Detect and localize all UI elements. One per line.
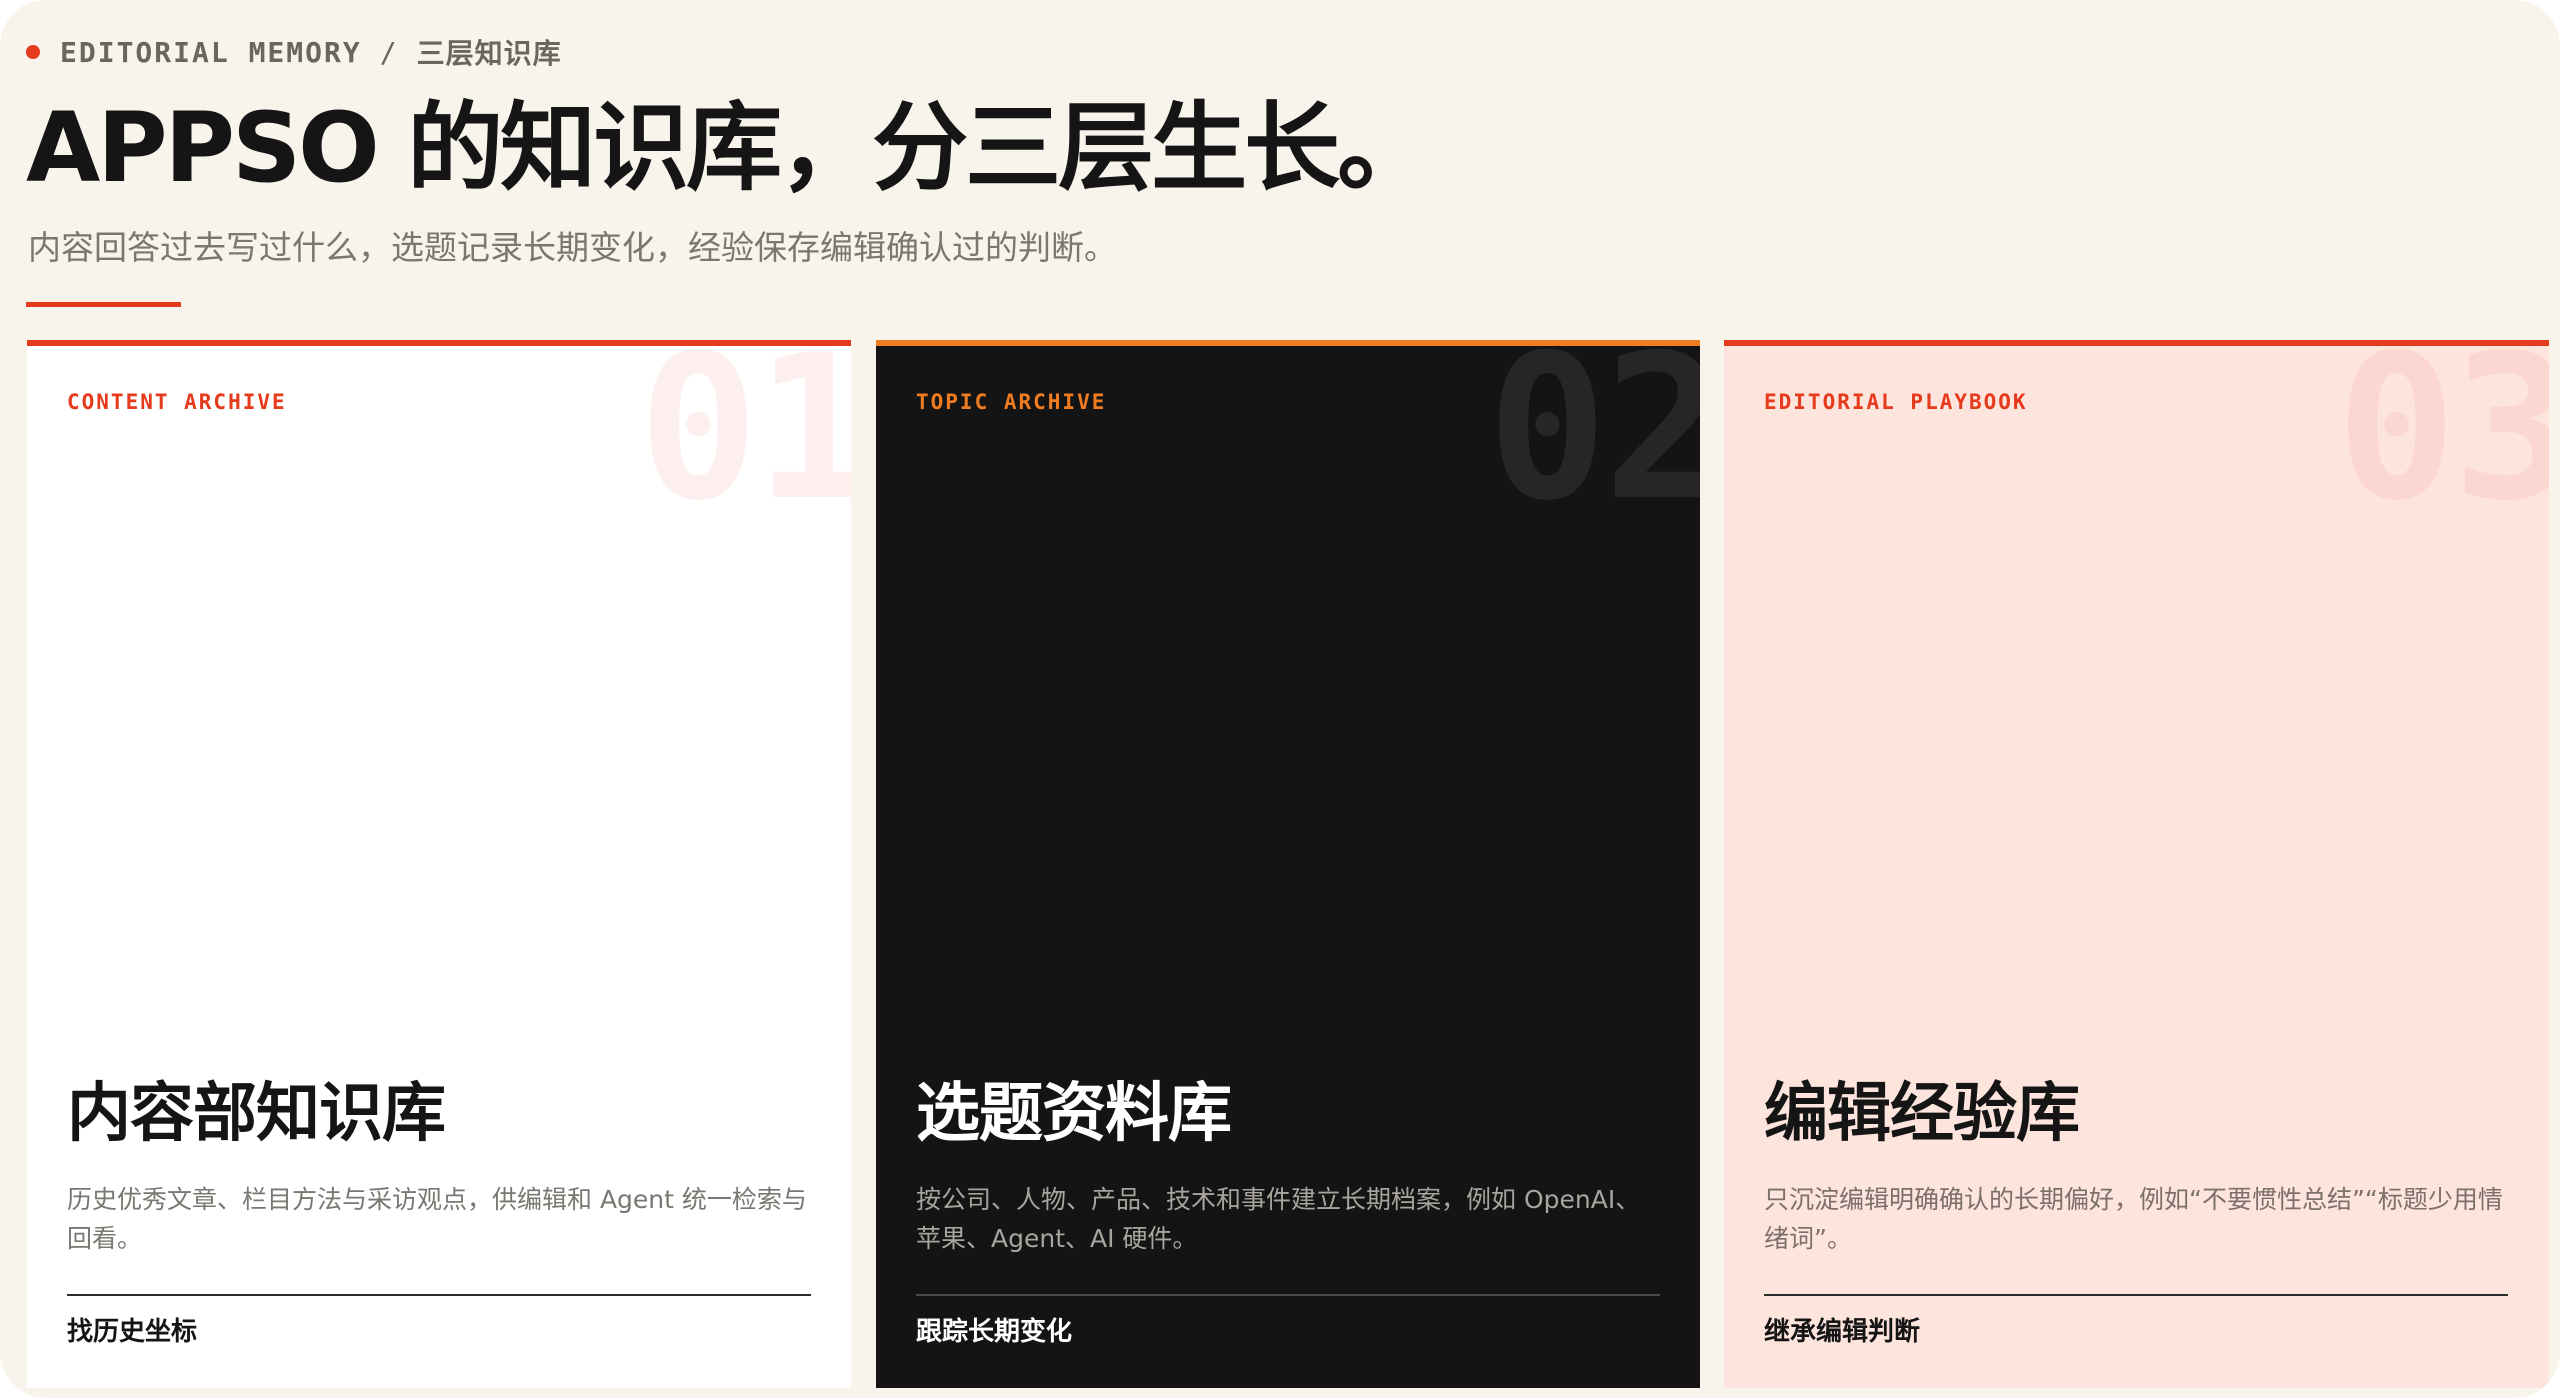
- page-title: APPSO 的知识库，分三层生长。: [26, 92, 1433, 204]
- eyebrow-label: EDITORIAL MEMORY: [60, 35, 362, 69]
- eyebrow-label-zh: 三层知识库: [416, 37, 562, 70]
- card-number: 01: [638, 340, 851, 545]
- accent-divider: [26, 302, 181, 307]
- page-frame: EDITORIAL MEMORY / 三层知识库 APPSO 的知识库，分三层生…: [0, 0, 2560, 1398]
- card-kicker: EDITORIAL PLAYBOOK: [1764, 390, 2028, 414]
- card-description: 按公司、人物、产品、技术和事件建立长期档案，例如 OpenAI、苹果、Agent…: [916, 1185, 1641, 1253]
- card-topic-archive[interactable]: 02 TOPIC ARCHIVE 选题资料库 按公司、人物、产品、技术和事件建立…: [876, 340, 1700, 1388]
- card-title: 选题资料库: [916, 1077, 1232, 1151]
- card-link[interactable]: 继承编辑判断: [1764, 1312, 1920, 1352]
- card-divider: [67, 1294, 811, 1296]
- card-kicker: TOPIC ARCHIVE: [916, 390, 1107, 414]
- card-title: 编辑经验库: [1764, 1077, 2080, 1151]
- card-description: 历史优秀文章、栏目方法与采访观点，供编辑和 Agent 统一检索与回看。: [67, 1185, 807, 1253]
- eyebrow-separator: /: [379, 35, 399, 69]
- card-divider: [916, 1294, 1660, 1296]
- card-divider: [1764, 1294, 2508, 1296]
- card-description: 只沉淀编辑明确确认的长期偏好，例如“不要惯性总结”“标题少用情绪词”。: [1764, 1185, 2503, 1253]
- card-number: 03: [2336, 340, 2549, 545]
- card-link[interactable]: 跟踪长期变化: [916, 1312, 1072, 1352]
- card-title: 内容部知识库: [67, 1077, 446, 1151]
- card-kicker: CONTENT ARCHIVE: [67, 390, 287, 414]
- eyebrow: EDITORIAL MEMORY / 三层知识库: [26, 32, 562, 72]
- page-subtitle: 内容回答过去写过什么，选题记录长期变化，经验保存编辑确认过的判断。: [28, 228, 1117, 267]
- card-content-archive[interactable]: 01 CONTENT ARCHIVE 内容部知识库 历史优秀文章、栏目方法与采访…: [27, 340, 851, 1388]
- card-link[interactable]: 找历史坐标: [67, 1312, 197, 1352]
- status-dot: [26, 45, 40, 59]
- card-number: 02: [1487, 340, 1700, 545]
- card-editorial-playbook[interactable]: 03 EDITORIAL PLAYBOOK 编辑经验库 只沉淀编辑明确确认的长期…: [1724, 340, 2549, 1388]
